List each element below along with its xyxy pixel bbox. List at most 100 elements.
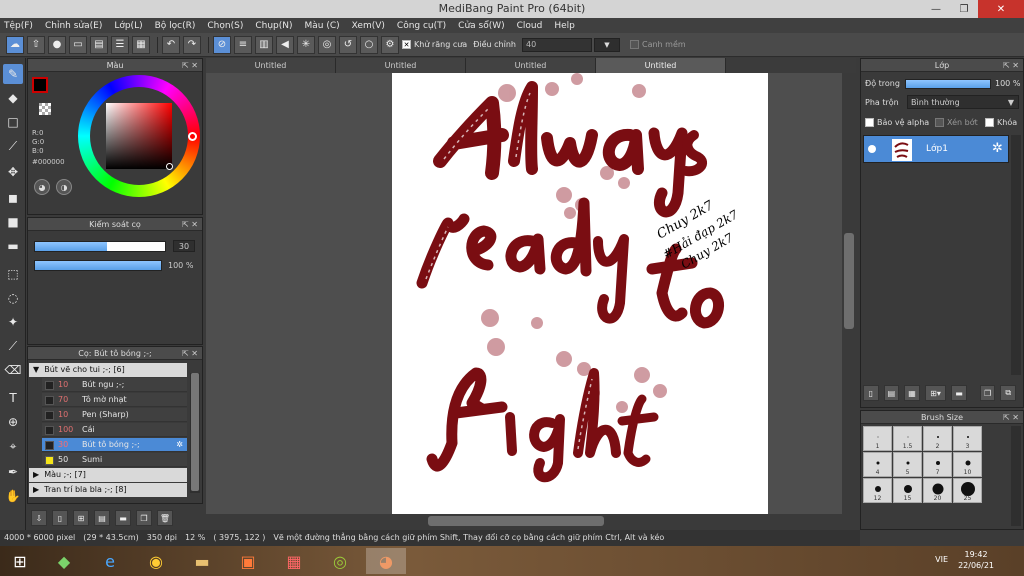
lasso-tool-icon[interactable]: ◌ <box>3 288 23 308</box>
saturation-value-square[interactable] <box>106 103 172 169</box>
new-8bit-layer-icon[interactable]: ▦ <box>904 385 920 401</box>
gear-icon[interactable]: ✲ <box>992 141 1003 156</box>
sv-marker[interactable] <box>166 163 173 170</box>
layer-scrollbar[interactable] <box>1011 135 1021 375</box>
brush-tool-icon[interactable]: ✎ <box>3 64 23 84</box>
brush-size-preset[interactable]: 7 <box>923 452 952 477</box>
menu-layer[interactable]: Lớp(L) <box>114 21 142 31</box>
pen-tool-icon[interactable]: ✒ <box>3 462 23 482</box>
canvas-area[interactable]: Chuy 2k7 #Hải đạp 2k7 Chuy 2k7 <box>206 73 842 514</box>
menu-window[interactable]: Cửa sổ(W) <box>458 21 504 31</box>
blur-tool-icon[interactable]: ⟋ <box>3 136 23 156</box>
brush-item[interactable]: 50 Sumi <box>42 453 187 467</box>
brush-size-scrollbar[interactable] <box>1011 426 1021 526</box>
office-icon[interactable]: ▣ <box>228 548 268 574</box>
brush-size-preset[interactable]: 10 <box>953 452 982 477</box>
brush-size-preset[interactable]: 1 <box>863 426 892 451</box>
new-brush-icon[interactable]: ▯ <box>52 510 68 526</box>
text-tool-icon[interactable]: T <box>3 388 23 408</box>
hand-tool-icon[interactable]: ✋ <box>3 486 23 506</box>
brush-group-2[interactable]: ▶ Màu ;-; [7] <box>29 468 187 482</box>
copy-icon[interactable]: ❐ <box>136 510 152 526</box>
visibility-icon[interactable] <box>868 145 876 153</box>
clipping-checkbox[interactable] <box>935 118 944 127</box>
snap-off-icon[interactable]: ⊘ <box>213 35 231 54</box>
brush-list-scrollbar[interactable] <box>190 373 200 493</box>
menu-color[interactable]: Màu (C) <box>305 21 340 31</box>
brush-size-preset[interactable]: 15 <box>893 478 922 503</box>
eraser-tool-icon[interactable]: ◆ <box>3 88 23 108</box>
palette-icon[interactable]: ◕ <box>34 179 50 195</box>
app-stack-icon[interactable]: ◆ <box>44 548 84 574</box>
document-tab[interactable]: Untitled <box>206 58 336 73</box>
panel-close-icon[interactable]: ⇱ ✕ <box>182 347 198 360</box>
brush-size-preset[interactable]: 12 <box>863 478 892 503</box>
select-eraser-icon[interactable]: ⌫ <box>3 360 23 380</box>
select-tool-icon[interactable]: ⬚ <box>3 264 23 284</box>
medibang-icon[interactable]: ◕ <box>366 548 406 574</box>
internet-explorer-icon[interactable]: e <box>90 548 130 574</box>
menu-select[interactable]: Chọn(S) <box>207 21 243 31</box>
trash-icon[interactable]: 🗑 <box>157 510 173 526</box>
brush-item[interactable]: 10 Pen (Sharp) <box>42 408 187 422</box>
app-icon[interactable]: ▦ <box>274 548 314 574</box>
divide-tool-icon[interactable]: ⊕ <box>3 412 23 432</box>
brush-settings-icon[interactable]: ▤ <box>94 510 110 526</box>
page-icon[interactable]: ▤ <box>90 35 108 54</box>
minimize-button[interactable]: — <box>922 0 950 18</box>
scrollbar-thumb[interactable] <box>844 233 854 329</box>
brush-size-preset[interactable]: 3 <box>953 426 982 451</box>
brush-size-preset[interactable]: 4 <box>863 452 892 477</box>
snap-settings-icon[interactable]: ⚙ <box>381 35 399 54</box>
maximize-button[interactable]: ❐ <box>950 0 978 18</box>
menu-view[interactable]: Xem(V) <box>352 21 385 31</box>
add-brush-icon[interactable]: ⊞ <box>73 510 89 526</box>
file-explorer-icon[interactable]: ▬ <box>182 548 222 574</box>
language-indicator[interactable]: VIE <box>935 555 948 564</box>
windows-start-icon[interactable]: ⊞ <box>0 548 40 574</box>
comment-icon[interactable]: ▭ <box>69 35 87 54</box>
brush-size-preset[interactable]: 20 <box>923 478 952 503</box>
panel-close-icon[interactable]: ⇱ ✕ <box>1003 59 1019 72</box>
menu-cloud[interactable]: Cloud <box>517 21 543 31</box>
add-layer-dropdown-icon[interactable]: ⊞▾ <box>924 385 947 401</box>
menu-filter[interactable]: Bộ lọc(R) <box>155 21 196 31</box>
document-tab[interactable]: Untitled <box>466 58 596 73</box>
new-halftone-layer-icon[interactable]: ▤ <box>883 385 900 401</box>
blend-mode-select[interactable]: Bình thường ▼ <box>907 95 1019 109</box>
correction-input[interactable]: 40 <box>521 37 592 52</box>
layer-item[interactable]: Lớp1 ✲ <box>863 135 1009 163</box>
brush-group-1[interactable]: ▼ Bút vẽ cho tui ;-; [6] <box>29 363 187 377</box>
move-tool-icon[interactable]: ✥ <box>3 162 23 182</box>
chat-icon[interactable]: ● <box>48 35 66 54</box>
bucket-tool-icon[interactable]: ◼ <box>3 188 23 208</box>
brush-size-preset[interactable]: 2 <box>923 426 952 451</box>
export-icon[interactable]: ⇧ <box>27 35 45 54</box>
protect-alpha-checkbox[interactable] <box>865 118 874 127</box>
brush-group-3[interactable]: ▶ Tran trí bla bla ;-; [8] <box>29 483 187 497</box>
menu-tools[interactable]: Công cụ(T) <box>397 21 446 31</box>
parallel-snap-icon[interactable]: ≡ <box>234 35 252 54</box>
canvas-paper[interactable]: Chuy 2k7 #Hải đạp 2k7 Chuy 2k7 <box>392 73 768 514</box>
brush-size-slider[interactable] <box>34 241 166 252</box>
chevron-down-icon[interactable]: ▼ <box>593 37 620 52</box>
layer-opacity-slider[interactable] <box>905 79 991 89</box>
new-layer-icon[interactable]: ▯ <box>863 385 879 401</box>
shape-tool-icon[interactable]: ■ <box>3 212 23 232</box>
select-pen-icon[interactable]: ⟋ <box>3 336 23 356</box>
magic-wand-icon[interactable]: ✦ <box>3 312 23 332</box>
brush-item[interactable]: 70 Tô mờ nhạt <box>42 393 187 407</box>
lock-checkbox[interactable] <box>985 118 994 127</box>
brush-size-preset[interactable]: 1.5 <box>893 426 922 451</box>
dot-tool-icon[interactable]: □ <box>3 112 23 132</box>
brush-item-selected[interactable]: 30 Bút tô bóng ;-; ✲ <box>42 438 187 452</box>
eyedropper-tool-icon[interactable]: ⌖ <box>3 436 23 456</box>
panel-close-icon[interactable]: ⇱ ✕ <box>182 59 198 72</box>
cloud-download-icon[interactable]: ⇩ <box>31 510 47 526</box>
brush-item[interactable]: 100 Cái <box>42 423 187 437</box>
brush-opacity-slider[interactable] <box>34 260 162 271</box>
ellipse-snap-icon[interactable]: ○ <box>360 35 378 54</box>
list-icon[interactable]: ☰ <box>111 35 129 54</box>
folder-icon[interactable]: ▬ <box>951 385 967 401</box>
soft-edge-checkbox[interactable] <box>629 40 639 49</box>
